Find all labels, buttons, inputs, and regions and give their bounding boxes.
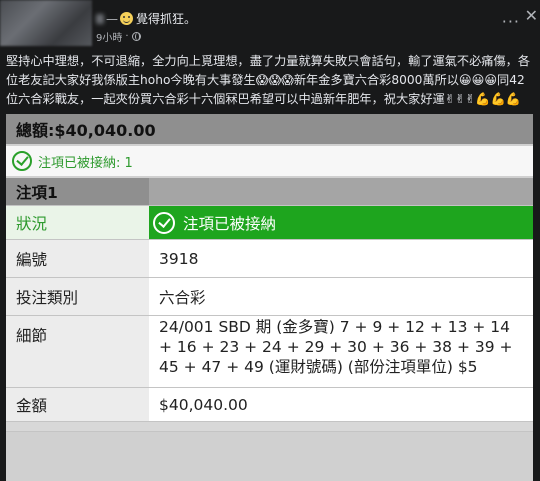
check-circle-icon <box>12 151 32 171</box>
ticket-screenshot[interactable]: 總額:$40,040.00 注項已被接納: 1 注項1 狀況 注項已被接納 編號… <box>6 114 533 481</box>
author-name-redacted <box>96 13 104 24</box>
table-row-amount: 金額 $40,040.00 <box>6 388 533 422</box>
number-value: 3918 <box>149 240 533 277</box>
check-circle-icon <box>153 211 175 234</box>
number-label: 編號 <box>6 240 149 277</box>
detail-label: 細節 <box>6 316 149 387</box>
author-dash: — <box>106 11 118 26</box>
table-bottom-strip <box>6 422 533 432</box>
smiley-icon <box>120 12 133 25</box>
total-amount-bar: 總額:$40,040.00 <box>6 114 533 144</box>
status-value-cell: 注項已被接納 <box>149 206 533 239</box>
amount-value: $40,040.00 <box>149 388 533 421</box>
type-value: 六合彩 <box>149 278 533 315</box>
globe-icon <box>131 32 141 41</box>
post-meta: 9小時 · <box>96 29 141 44</box>
post-body: 堅持心中理想，不可退縮，全力向上覓理想，盡了力量就算失敗只會話句，輸了運氣不必痛… <box>6 52 536 109</box>
accepted-count: 注項已被接納: 1 <box>38 155 133 171</box>
status-label: 狀況 <box>6 206 149 239</box>
close-icon[interactable]: ✕ <box>525 6 538 25</box>
more-options-icon[interactable]: ··· <box>502 12 520 31</box>
table-row-type: 投注類別 六合彩 <box>6 278 533 316</box>
ticket-table: 注項1 狀況 注項已被接納 編號 3918 投注類別 六合彩 細節 24/001… <box>6 178 533 432</box>
accepted-count-line: 注項已被接納: 1 <box>6 146 533 176</box>
author-name[interactable]: 覺得抓狂。 <box>136 10 196 27</box>
item-header-fill <box>149 178 533 205</box>
meta-separator: · <box>125 31 129 42</box>
avatar[interactable] <box>0 0 92 46</box>
table-row-number: 編號 3918 <box>6 240 533 278</box>
table-row-detail: 細節 24/001 SBD 期 (金多寶) 7 + 9 + 12 + 13 + … <box>6 316 533 388</box>
table-header-row: 注項1 <box>6 178 533 206</box>
status-value: 注項已被接納 <box>183 214 277 233</box>
author-line: — 覺得抓狂。 <box>96 10 196 27</box>
type-label: 投注類別 <box>6 278 149 315</box>
item-header: 注項1 <box>6 178 149 205</box>
amount-label: 金額 <box>6 388 149 421</box>
post-time[interactable]: 9小時 <box>96 29 122 44</box>
post-body-line: 堅持心中理想，不可退縮，全力向上覓理想，盡了力量就算失敗只會話句，輸了運氣不必痛… <box>6 54 531 68</box>
post-body-line: 位六合彩戰友，一起夾份買六合彩十六個冧巴希望可以中過新年肥年，祝大家好運✌✌✌💪… <box>6 92 521 106</box>
table-row-status: 狀況 注項已被接納 <box>6 206 533 240</box>
detail-value: 24/001 SBD 期 (金多寶) 7 + 9 + 12 + 13 + 14 … <box>149 316 533 387</box>
post-body-line: 位老友記大家好我係版主hoho今晚有大事發生😱😱😱新年金多寶六合彩8000萬所以… <box>6 73 525 87</box>
post-header: — 覺得抓狂。 9小時 · ··· ✕ <box>0 0 540 48</box>
